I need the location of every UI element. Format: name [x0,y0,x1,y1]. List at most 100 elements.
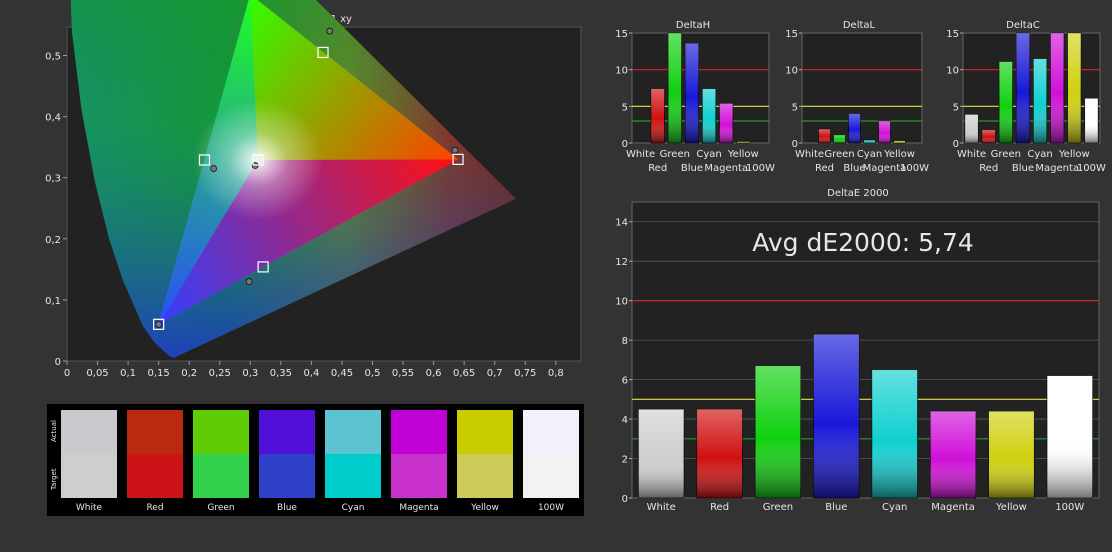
bar-shading [818,129,831,143]
x-tick-label: 0,05 [86,368,108,379]
y-tick-label: 14 [615,218,628,229]
bar-shading [719,103,733,143]
swatch-target-100w [523,454,579,498]
x-tick-label: 0,65 [453,368,475,379]
x-category-label: Cyan [696,149,721,160]
y-tick-label: 0,1 [45,296,61,307]
x-category-label: Red [979,163,998,174]
y-tick-label: 0,4 [45,113,61,124]
swatch-target-magenta [391,454,447,498]
swatch-label: Yellow [470,503,499,513]
x-tick-label: 0,1 [120,368,136,379]
x-category-label: 100W [746,163,775,174]
swatch-label: 100W [538,503,564,513]
x-category-label: White [626,149,655,160]
x-category-label: Cyan [882,502,907,513]
bar-shading [1050,33,1064,143]
swatch-label: Blue [277,503,297,513]
x-category-label: Green [991,149,1021,160]
x-tick-label: 0,7 [487,368,503,379]
x-tick-label: 0,8 [548,368,564,379]
deltal-chart: 051015WhiteRedGreenBlueCyanMagentaYellow… [785,29,929,174]
swatch-actual-cyan [325,410,381,454]
y-tick-label: 0 [622,494,628,505]
x-tick-label: 0,45 [331,368,353,379]
actual-row-label: Actual [50,420,58,442]
y-tick-label: 5 [953,102,959,113]
x-category-label: 100W [900,163,929,174]
y-tick-label: 15 [615,29,628,40]
bar-shading [668,33,682,143]
y-tick-label: 0 [55,357,61,368]
bar-shading [893,140,906,143]
bar-shading [833,134,846,143]
x-category-label: Cyan [857,149,882,160]
deltah-title: DeltaH [676,20,710,31]
bar-shading [988,411,1035,498]
y-tick-label: 12 [615,257,628,268]
x-category-label: Red [815,163,834,174]
x-tick-label: 0,75 [514,368,536,379]
bar-shading [863,140,876,143]
swatch-target-green [193,454,249,498]
chart-canvas: CIE 1931 xy 00,050,10,150,20,250,30,350,… [45,0,1106,516]
x-category-label: Green [660,149,690,160]
bar-shading [736,141,750,143]
y-tick-label: 5 [622,102,628,113]
y-tick-label: 10 [946,66,959,77]
x-tick-label: 0,4 [303,368,319,379]
target-row-label: Target [50,468,58,491]
swatch-actual-red [127,410,183,454]
swatch-target-red [127,454,183,498]
x-category-label: Magenta [704,163,748,174]
x-category-label: Green [824,149,854,160]
x-tick-label: 0,55 [392,368,414,379]
actual-point-red [451,146,459,154]
x-tick-label: 0,5 [365,368,381,379]
bar-shading [871,369,918,498]
swatch-actual-white [61,410,117,454]
y-tick-label: 0,6 [45,0,61,1]
actual-point-blue [155,320,163,328]
bar-shading [1067,33,1081,143]
white-point-glow [193,99,324,220]
x-category-label: Blue [1012,163,1034,174]
deltae-title: DeltaE 2000 [827,188,889,199]
x-category-label: Magenta [1035,163,1079,174]
y-tick-label: 2 [622,455,628,466]
bar-shading [651,88,665,143]
deltal-title: DeltaL [843,20,876,31]
bar-shading [813,334,860,498]
actual-point-magenta [245,278,253,285]
x-category-label: Cyan [1027,149,1052,160]
y-tick-label: 0,2 [45,235,61,246]
x-category-label: Magenta [931,502,975,513]
x-category-label: White [647,502,676,513]
deltac-title: DeltaC [1006,20,1040,31]
y-tick-label: 10 [615,66,628,77]
deltac-chart: 051015WhiteRedGreenBlueCyanMagentaYellow… [946,29,1106,174]
y-tick-label: 5 [792,102,798,113]
y-tick-label: 10 [615,297,628,308]
bar-shading [999,61,1013,143]
y-tick-label: 6 [622,376,628,387]
bar-shading [878,121,891,143]
bar-shading [696,409,743,498]
x-category-label: 100W [1055,502,1084,513]
bar-shading [1016,33,1030,143]
swatch-label: Cyan [342,503,365,513]
x-category-label: Yellow [883,149,915,160]
x-category-label: White [795,149,824,160]
y-tick-label: 4 [622,415,628,426]
x-category-label: Yellow [727,149,759,160]
bar-shading [685,43,699,144]
actual-point-yellow [326,27,334,35]
swatch-actual-magenta [391,410,447,454]
swatch-target-blue [259,454,315,498]
x-tick-label: 0,25 [209,368,231,379]
bar-shading [1047,375,1093,498]
y-tick-label: 0,5 [45,52,61,63]
x-category-label: Blue [681,163,703,174]
x-category-label: White [957,149,986,160]
swatch-target-yellow [457,454,513,498]
